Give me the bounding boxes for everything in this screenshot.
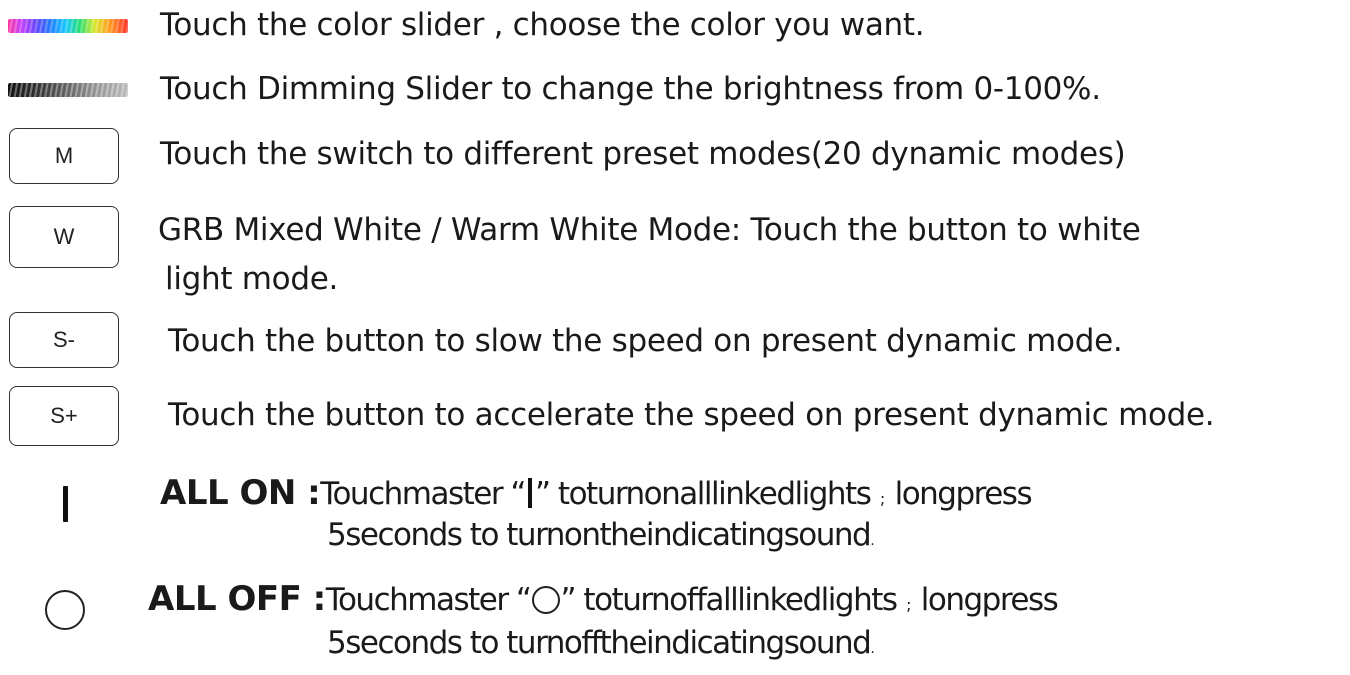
all-off-label: ALL OFF : [148,579,326,619]
color-slider-description: Touch the color slider , choose the colo… [160,7,925,43]
inline-bar-icon [528,478,532,508]
color-slider-icon [7,19,128,33]
all-off-line2-end: . [870,641,874,657]
all-off-text-prefix: Touchmaster “ [325,582,532,618]
power-off-circle-icon[interactable] [45,590,85,630]
mode-button[interactable]: M [9,128,119,184]
all-off-line2: 5seconds to turnofftheindicatingsound [327,625,872,661]
all-off-text-end: longpress [920,582,1059,618]
all-on-text-suffix: ” toturnonalllinkedlights [535,476,872,512]
row-color-slider: Touch the color slider , choose the colo… [0,4,1350,48]
speed-down-description: Touch the button to slow the speed on pr… [168,323,1123,359]
all-on-line2: 5seconds to turnontheindicatingsound [327,517,872,553]
all-off-description-line2: 5seconds to turnofftheindicatingsound. [327,622,875,670]
all-on-line2-end: . [870,533,874,549]
all-on-text-end: longpress [894,476,1033,512]
all-on-label: ALL ON : [160,473,321,513]
all-off-text-suffix: ” toturnoffalllinkedlights [560,582,899,618]
all-off-description-line1: ALL OFF :Touchmaster “ ” toturnoffalllink… [148,578,1059,626]
inline-circle-icon [531,586,560,614]
speed-up-description: Touch the button to accelerate the speed… [168,397,1215,433]
white-description-line1: GRB Mixed White / Warm White Mode: Touch… [158,212,1141,248]
row-mode: M Touch the switch to different preset m… [0,128,1350,184]
dimming-slider-icon [7,83,128,97]
all-off-separator: ; [906,595,912,614]
row-speed-down: S- Touch the button to slow the speed on… [0,312,1350,368]
speed-down-button[interactable]: S- [9,312,119,368]
row-white: W GRB Mixed White / Warm White Mode: Tou… [0,206,1350,298]
power-on-bar-icon[interactable] [62,486,68,522]
mode-description: Touch the switch to different preset mod… [160,136,1126,172]
speed-up-button[interactable]: S+ [9,386,119,446]
white-button[interactable]: W [9,206,119,268]
dimming-slider-description: Touch Dimming Slider to change the brigh… [160,71,1101,107]
all-on-separator: ; [879,489,886,508]
row-dimming-slider: Touch Dimming Slider to change the brigh… [0,68,1350,112]
all-on-description-line2: 5seconds to turnontheindicatingsound. [327,514,875,562]
all-on-text-prefix: Touchmaster “ [320,476,526,512]
row-all-on: ALL ON :Touchmaster “” toturnonalllinked… [0,462,1350,562]
row-all-off: ALL OFF :Touchmaster “ ” toturnoffalllink… [0,568,1350,672]
row-speed-up: S+ Touch the button to accelerate the sp… [0,386,1350,446]
all-on-description-line1: ALL ON :Touchmaster “” toturnonalllinked… [160,472,1033,520]
white-description-line2: light mode. [165,261,339,297]
